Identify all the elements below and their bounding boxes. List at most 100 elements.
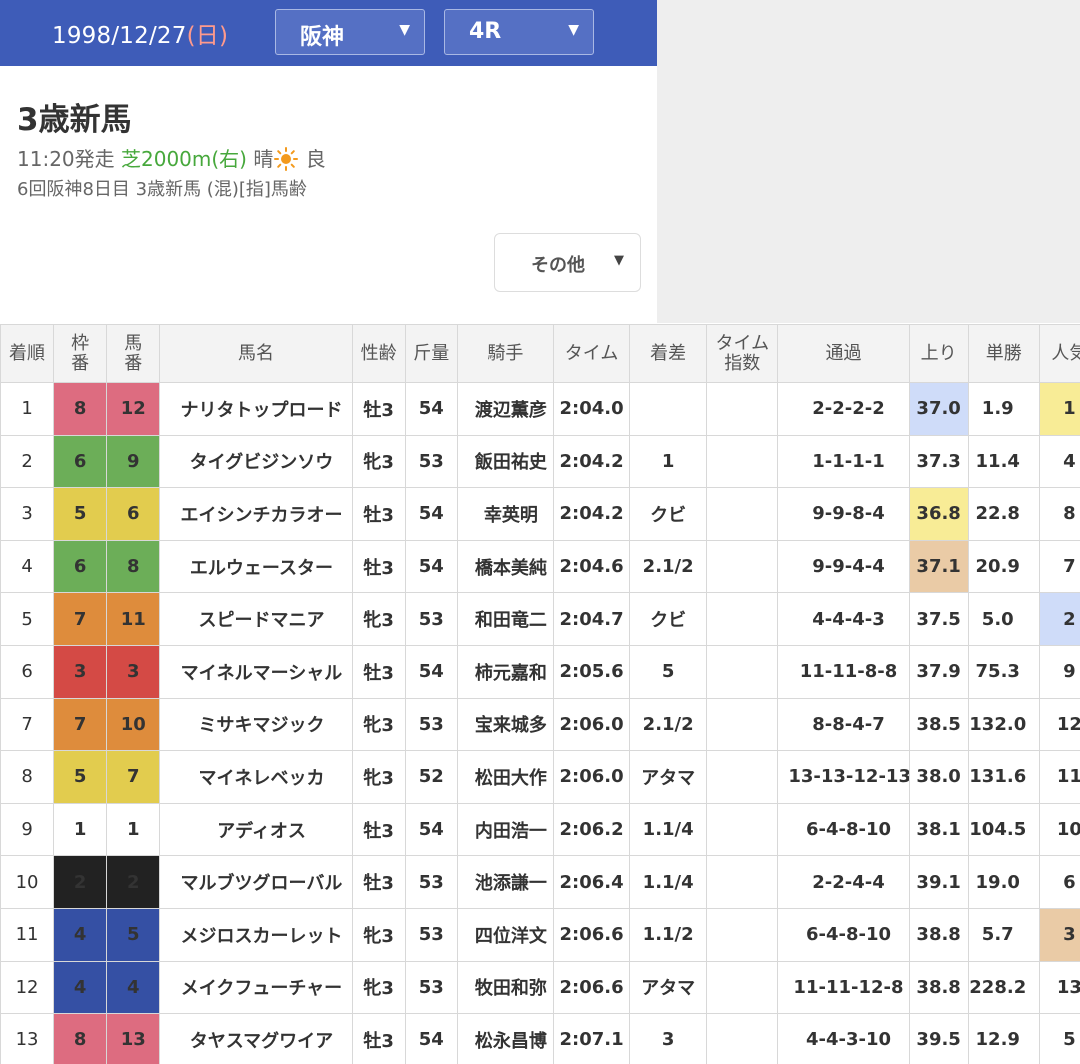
cell-pass: 6-4-8-10 (777, 802, 910, 857)
table-row: 1 8 12 ナリタトップロード 牡3 54 渡辺薫彦 2:04.0 2-2-2-2 37.0 1.… (0, 382, 1080, 436)
start-time: 11:20発走 (17, 147, 115, 171)
header-last3f[interactable]: 上り (908, 324, 969, 383)
cell-sexage: 牡3 (351, 644, 406, 699)
cell-waku: 6 (53, 539, 108, 594)
cell-up: 37.3 (908, 434, 969, 489)
jockey-link[interactable]: 柿元嘉和 (456, 644, 554, 699)
cell-time-index (706, 750, 779, 804)
cell-pop: 6 (1038, 855, 1080, 909)
cell-sexage: 牡3 (351, 855, 406, 909)
cell-margin: 1.1/4 (629, 802, 708, 857)
horse-name-link[interactable]: メジロスカーレット (159, 907, 353, 962)
cell-weight: 53 (404, 907, 458, 962)
cell-sexage: 牡3 (351, 382, 406, 436)
horse-name-link[interactable]: エルウェースター (159, 539, 353, 594)
horse-name-link[interactable]: タヤスマグワイア (159, 1013, 353, 1064)
jockey-link[interactable]: 宝来城多 (456, 697, 554, 752)
cell-margin: 2.1/2 (629, 539, 708, 594)
cell-time-index (706, 487, 779, 541)
cell-umaban: 13 (106, 1013, 161, 1064)
header-margin[interactable]: 着差 (629, 324, 708, 383)
header-sexage[interactable]: 性齢 (351, 324, 406, 383)
cell-time: 2:06.0 (552, 750, 631, 804)
header-weight[interactable]: 斤量 (404, 324, 458, 383)
horse-name-link[interactable]: メイクフューチャー (159, 960, 353, 1015)
venue-select[interactable]: 阪神 ▼ (275, 9, 425, 55)
cell-up: 39.1 (908, 855, 969, 909)
cell-rank: 5 (0, 592, 55, 646)
horse-name-link[interactable]: ミサキマジック (159, 697, 353, 752)
cell-up: 37.9 (908, 644, 969, 699)
jockey-link[interactable]: 松田大作 (456, 750, 554, 804)
horse-name-link[interactable]: アディオス (159, 802, 353, 857)
jockey-link[interactable]: 橋本美純 (456, 539, 554, 594)
cell-time: 2:06.2 (552, 802, 631, 857)
cell-time-index (706, 960, 779, 1015)
jockey-link[interactable]: 牧田和弥 (456, 960, 554, 1015)
horse-name-link[interactable]: マルブツグローバル (159, 855, 353, 909)
cell-up: 39.5 (908, 1013, 969, 1064)
cell-pop: 2 (1038, 592, 1080, 646)
race-number-select[interactable]: 4R ▼ (444, 9, 594, 55)
table-row: 9 1 1 アディオス 牡3 54 内田浩一 2:06.2 1.1/4 6-4-8-10 38.1 1… (0, 802, 1080, 857)
horse-name-link[interactable]: エイシンチカラオー (159, 487, 353, 541)
cell-time-index (706, 907, 779, 962)
cell-time-index (706, 382, 779, 436)
cell-waku: 7 (53, 697, 108, 752)
cell-pass: 11-11-8-8 (777, 644, 910, 699)
table-row: 6 3 3 マイネルマーシャル 牡3 54 柿元嘉和 2:05.6 5 11-11-8-8 37.9… (0, 644, 1080, 699)
cell-umaban: 8 (106, 539, 161, 594)
header-waku[interactable]: 枠 番 (53, 324, 108, 383)
header-time[interactable]: タイム (552, 324, 631, 383)
jockey-link[interactable]: 四位洋文 (456, 907, 554, 962)
header-name[interactable]: 馬名 (159, 324, 353, 383)
cell-weight: 52 (404, 750, 458, 804)
cell-margin: クビ (629, 592, 708, 646)
cell-time-index (706, 1013, 779, 1064)
cell-weight: 54 (404, 644, 458, 699)
header-jockey[interactable]: 騎手 (456, 324, 554, 383)
cell-sexage: 牝3 (351, 434, 406, 489)
jockey-link[interactable]: 松永昌博 (456, 1013, 554, 1064)
cell-sexage: 牝3 (351, 592, 406, 646)
other-select[interactable]: その他 ▼ (494, 233, 641, 292)
horse-name-link[interactable]: タイグビジンソウ (159, 434, 353, 489)
cell-waku: 6 (53, 434, 108, 489)
header-time-index[interactable]: タイム 指数 (706, 324, 779, 383)
cell-pop: 1 (1038, 382, 1080, 436)
jockey-link[interactable]: 幸英明 (456, 487, 554, 541)
jockey-link[interactable]: 池添謙一 (456, 855, 554, 909)
jockey-link[interactable]: 渡辺薫彦 (456, 382, 554, 436)
header-odds[interactable]: 単勝 (967, 324, 1040, 383)
cell-time-index (706, 802, 779, 857)
jockey-link[interactable]: 内田浩一 (456, 802, 554, 857)
horse-name-link[interactable]: ナリタトップロード (159, 382, 353, 436)
cell-pass: 9-9-8-4 (777, 487, 910, 541)
cell-rank: 4 (0, 539, 55, 594)
cell-pass: 8-8-4-7 (777, 697, 910, 752)
cell-pass: 6-4-8-10 (777, 907, 910, 962)
jockey-link[interactable]: 和田竜二 (456, 592, 554, 646)
header-passing[interactable]: 通過 (777, 324, 910, 383)
horse-name-link[interactable]: マイネルマーシャル (159, 644, 353, 699)
cell-time: 2:05.6 (552, 644, 631, 699)
cell-up: 38.1 (908, 802, 969, 857)
cell-umaban: 1 (106, 802, 161, 857)
horse-name-link[interactable]: マイネレベッカ (159, 750, 353, 804)
cell-margin: 1.1/2 (629, 907, 708, 962)
cell-pop: 7 (1038, 539, 1080, 594)
header-popularity[interactable]: 人気 (1038, 324, 1080, 383)
horse-name-link[interactable]: スピードマニア (159, 592, 353, 646)
chevron-down-icon: ▼ (614, 253, 624, 268)
cell-up: 38.5 (908, 697, 969, 752)
cell-umaban: 3 (106, 644, 161, 699)
cell-odds: 5.7 (967, 907, 1040, 962)
cell-odds: 131.6 (967, 750, 1040, 804)
header-rank[interactable]: 着順 (0, 324, 55, 383)
jockey-link[interactable]: 飯田祐史 (456, 434, 554, 489)
cell-pass: 4-4-3-10 (777, 1013, 910, 1064)
race-number-select-value: 4R (469, 19, 502, 44)
race-details: 6回阪神8日目 3歳新馬 (混)[指]馬齢 (17, 179, 307, 200)
header-umaban[interactable]: 馬 番 (106, 324, 161, 383)
cell-rank: 10 (0, 855, 55, 909)
